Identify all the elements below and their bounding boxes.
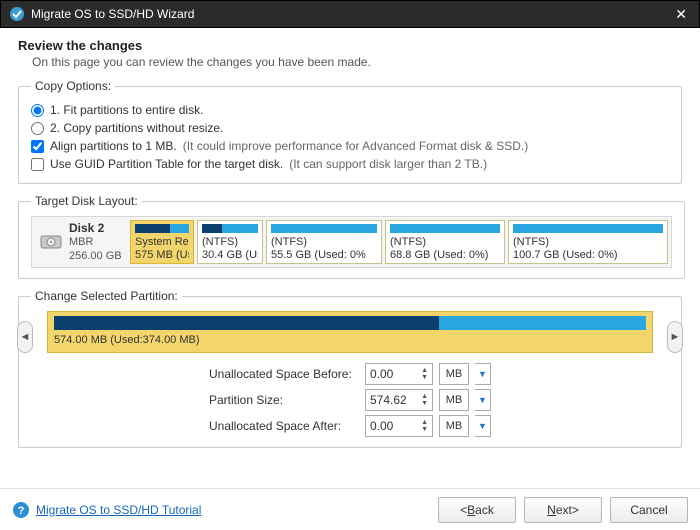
partition-label: (NTFS) [513,236,663,248]
after-label: Unallocated Space After: [209,419,359,433]
spin-up-icon[interactable]: ▲ [421,419,428,426]
footer: ? Migrate OS to SSD/HD Tutorial < Back N… [0,488,700,530]
partition-block[interactable]: (NTFS) 68.8 GB (Used: 0%) [385,220,505,264]
partition-sublabel: 30.4 GB (Us [202,249,258,261]
size-label: Partition Size: [209,393,359,407]
after-unit: MB [439,415,469,437]
disk-icon [39,230,63,254]
disk-row: Disk 2 MBR 256.00 GB System Res 575 MB (… [31,216,672,268]
change-selected-group: Change Selected Partition: ◄ ► 574.00 MB… [18,289,682,448]
partition-sublabel: 575 MB (Use [135,249,189,261]
checkbox-gpt[interactable] [31,158,44,171]
after-unit-dropdown[interactable]: ▼ [475,415,491,437]
disk-name: Disk 2 [69,221,122,236]
checkbox-align-label: Align partitions to 1 MB. [50,139,177,153]
target-layout-legend: Target Disk Layout: [31,194,142,208]
checkbox-align[interactable] [31,140,44,153]
selected-partition-slider[interactable]: 574.00 MB (Used:374.00 MB) [47,311,653,353]
partition-sublabel: 68.8 GB (Used: 0%) [390,249,500,261]
next-button[interactable]: Next > [524,497,602,523]
title-bar: Migrate OS to SSD/HD Wizard ✕ [0,0,700,28]
radio-copy[interactable] [31,122,44,135]
scroll-left-button[interactable]: ◄ [17,321,33,353]
partition-sublabel: 100.7 GB (Used: 0%) [513,249,663,261]
target-layout-group: Target Disk Layout: Disk 2 MBR 256.00 GB… [18,194,685,279]
svg-text:?: ? [18,505,25,517]
partition-block[interactable]: System Res 575 MB (Use [130,220,194,264]
partition-block[interactable]: (NTFS) 100.7 GB (Used: 0%) [508,220,668,264]
page-subheading: On this page you can review the changes … [18,53,682,79]
partition-label: System Res [135,236,189,248]
spin-up-icon[interactable]: ▲ [421,393,428,400]
page-heading: Review the changes [18,38,682,53]
radio-fit[interactable] [31,104,44,117]
size-unit: MB [439,389,469,411]
partition-block[interactable]: (NTFS) 30.4 GB (Us [197,220,263,264]
spin-up-icon[interactable]: ▲ [421,367,428,374]
back-button[interactable]: < Back [438,497,516,523]
copy-options-legend: Copy Options: [31,79,115,93]
before-label: Unallocated Space Before: [209,367,359,381]
tutorial-link[interactable]: Migrate OS to SSD/HD Tutorial [36,503,201,517]
size-unit-dropdown[interactable]: ▼ [475,389,491,411]
spin-down-icon[interactable]: ▼ [421,374,428,381]
before-unit-dropdown[interactable]: ▼ [475,363,491,385]
window-title: Migrate OS to SSD/HD Wizard [31,7,671,21]
selected-partition-bar [54,316,646,330]
disk-scheme: MBR [69,236,122,250]
copy-options-group: Copy Options: 1. Fit partitions to entir… [18,79,682,184]
spin-down-icon[interactable]: ▼ [421,400,428,407]
checkbox-align-hint: (It could improve performance for Advanc… [183,139,528,153]
partition-label: (NTFS) [271,236,377,248]
close-icon[interactable]: ✕ [671,6,691,23]
selected-partition-used [54,316,439,330]
after-input[interactable]: 0.00▲▼ [365,415,433,437]
cancel-button[interactable]: Cancel [610,497,688,523]
disk-size: 256.00 GB [69,250,122,264]
disk-info: Disk 2 MBR 256.00 GB [35,220,127,264]
partition-label: (NTFS) [202,236,258,248]
radio-fit-label: 1. Fit partitions to entire disk. [50,103,203,117]
change-selected-legend: Change Selected Partition: [31,289,182,303]
partition-sublabel: 55.5 GB (Used: 0% [271,249,377,261]
selected-partition-label: 574.00 MB (Used:374.00 MB) [54,330,646,346]
spin-down-icon[interactable]: ▼ [421,426,428,433]
partition-block[interactable]: (NTFS) 55.5 GB (Used: 0% [266,220,382,264]
checkbox-gpt-hint: (It can support disk larger than 2 TB.) [289,157,487,171]
before-input[interactable]: 0.00▲▼ [365,363,433,385]
partition-label: (NTFS) [390,236,500,248]
app-icon [9,6,25,22]
scroll-right-button[interactable]: ► [667,321,683,353]
help-icon: ? [12,501,30,519]
radio-copy-label: 2. Copy partitions without resize. [50,121,223,135]
checkbox-gpt-label: Use GUID Partition Table for the target … [50,157,283,171]
size-input[interactable]: 574.62▲▼ [365,389,433,411]
before-unit: MB [439,363,469,385]
